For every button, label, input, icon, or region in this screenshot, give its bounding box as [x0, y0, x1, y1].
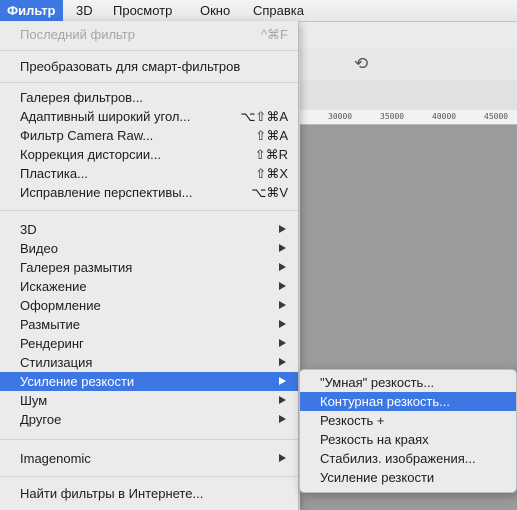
menu-item-noise[interactable]: Шум: [0, 391, 298, 410]
menu-item-render[interactable]: Рендеринг: [0, 334, 298, 353]
menu-item-liquify[interactable]: Пластика... ⇧⌘X: [0, 164, 298, 183]
menubar-item-3d[interactable]: 3D: [69, 0, 100, 21]
menu-item-label: "Умная" резкость...: [320, 375, 435, 390]
menu-item-label: Адаптивный широкий угол...: [20, 109, 191, 124]
menu-item-label: Найти фильтры в Интернете...: [20, 486, 204, 501]
menu-item-last-filter: Последний фильтр ^⌘F: [0, 25, 298, 44]
menu-item-convert-smart-filters[interactable]: Преобразовать для смарт-фильтров: [0, 57, 298, 76]
submenu-item-shake-reduction[interactable]: Стабилиз. изображения...: [300, 449, 516, 468]
menu-item-video[interactable]: Видео: [0, 239, 298, 258]
menu-item-shortcut: ⌥⇧⌘A: [240, 109, 288, 124]
menu-item-label: 3D: [20, 222, 37, 237]
menu-item-label: Галерея фильтров...: [20, 90, 143, 105]
app-titlebar: [300, 22, 517, 48]
menu-item-label: Преобразовать для смарт-фильтров: [20, 59, 241, 74]
submenu-arrow-icon: [279, 415, 286, 423]
menu-item-shortcut: ⇧⌘X: [255, 166, 288, 181]
submenu-item-sharpen[interactable]: Усиление резкости: [300, 468, 516, 487]
sharpen-submenu: "Умная" резкость... Контурная резкость..…: [299, 369, 517, 493]
menu-item-label: Стилизация: [20, 355, 93, 370]
menu-item-distort[interactable]: Искажение: [0, 277, 298, 296]
menu-item-label: Резкость на краях: [320, 432, 429, 447]
menu-separator: [0, 439, 298, 440]
menu-item-blur-gallery[interactable]: Галерея размытия: [0, 258, 298, 277]
menu-item-label: Видео: [20, 241, 58, 256]
menu-item-3d[interactable]: 3D: [0, 220, 298, 239]
filter-menu: Последний фильтр ^⌘F Преобразовать для с…: [0, 21, 299, 510]
menu-item-sharpen[interactable]: Усиление резкости: [0, 372, 298, 391]
menu-item-blur[interactable]: Размытие: [0, 315, 298, 334]
menu-item-stylize[interactable]: Стилизация: [0, 353, 298, 372]
menu-separator: [0, 50, 298, 51]
menu-item-shortcut: ^⌘F: [260, 27, 288, 42]
menu-item-lens-correction[interactable]: Коррекция дисторсии... ⇧⌘R: [0, 145, 298, 164]
menu-item-label: Шум: [20, 393, 48, 408]
menubar-item-help[interactable]: Справка: [246, 0, 311, 21]
menu-separator: [0, 476, 298, 477]
menu-item-label: Оформление: [20, 298, 101, 313]
menu-item-label: Фильтр Camera Raw...: [20, 128, 154, 143]
submenu-arrow-icon: [279, 454, 286, 462]
menu-item-label: Imagenomic: [20, 451, 91, 466]
menu-item-pixelate[interactable]: Оформление: [0, 296, 298, 315]
menu-item-label: Рендеринг: [20, 336, 84, 351]
horizontal-ruler: 30000 35000 40000 45000: [300, 110, 517, 125]
menu-item-vanishing-point[interactable]: Исправление перспективы... ⌥⌘V: [0, 183, 298, 202]
menu-item-imagenomic[interactable]: Imagenomic: [0, 449, 298, 468]
options-bar: [300, 47, 517, 81]
menu-item-shortcut: ⌥⌘V: [251, 185, 288, 200]
menu-item-label: Резкость +: [320, 413, 385, 428]
submenu-arrow-icon: [279, 225, 286, 233]
submenu-arrow-icon: [279, 377, 286, 385]
menu-item-label: Коррекция дисторсии...: [20, 147, 162, 162]
menubar-item-view[interactable]: Просмотр: [106, 0, 179, 21]
menu-separator: [0, 210, 298, 211]
ruler-tick-label: 35000: [380, 112, 405, 121]
menu-item-label: Стабилиз. изображения...: [320, 451, 476, 466]
document-tab-bar: [300, 80, 517, 110]
submenu-arrow-icon: [279, 282, 286, 290]
menu-item-label: Галерея размытия: [20, 260, 133, 275]
submenu-item-unsharp-mask[interactable]: Контурная резкость...: [300, 392, 516, 411]
menu-separator: [0, 82, 298, 83]
menubar: Фильтр 3D Просмотр Окно Справка: [0, 0, 517, 22]
submenu-arrow-icon: [279, 396, 286, 404]
menu-item-shortcut: ⇧⌘A: [255, 128, 288, 143]
submenu-arrow-icon: [279, 301, 286, 309]
menu-item-adaptive-wide-angle[interactable]: Адаптивный широкий угол... ⌥⇧⌘A: [0, 107, 298, 126]
menubar-item-filter[interactable]: Фильтр: [0, 0, 63, 21]
submenu-item-sharpen-more[interactable]: Резкость +: [300, 411, 516, 430]
menu-item-filter-gallery[interactable]: Галерея фильтров...: [0, 88, 298, 107]
menu-item-label: Пластика...: [20, 166, 88, 181]
menu-item-label: Последний фильтр: [20, 27, 135, 42]
menu-item-camera-raw[interactable]: Фильтр Camera Raw... ⇧⌘A: [0, 126, 298, 145]
menu-item-label: Размытие: [20, 317, 81, 332]
menu-item-browse-filters-online[interactable]: Найти фильтры в Интернете...: [0, 484, 298, 503]
submenu-arrow-icon: [279, 244, 286, 252]
menu-item-label: Усиление резкости: [320, 470, 435, 485]
ruler-tick-label: 45000: [484, 112, 509, 121]
menu-item-shortcut: ⇧⌘R: [254, 147, 288, 162]
submenu-item-smart-sharpen[interactable]: "Умная" резкость...: [300, 373, 516, 392]
menu-item-label: Другое: [20, 412, 62, 427]
menu-item-label: Исправление перспективы...: [20, 185, 193, 200]
submenu-arrow-icon: [279, 263, 286, 271]
menu-item-label: Усиление резкости: [20, 374, 135, 389]
submenu-arrow-icon: [279, 358, 286, 366]
menu-item-label: Искажение: [20, 279, 87, 294]
submenu-item-sharpen-edges[interactable]: Резкость на краях: [300, 430, 516, 449]
undo-icon[interactable]: ⟲: [354, 54, 368, 74]
menu-item-other[interactable]: Другое: [0, 410, 298, 429]
menu-item-label: Контурная резкость...: [320, 394, 450, 409]
submenu-arrow-icon: [279, 320, 286, 328]
menubar-item-window[interactable]: Окно: [193, 0, 237, 21]
ruler-tick-label: 40000: [432, 112, 457, 121]
submenu-arrow-icon: [279, 339, 286, 347]
ruler-tick-label: 30000: [328, 112, 353, 121]
